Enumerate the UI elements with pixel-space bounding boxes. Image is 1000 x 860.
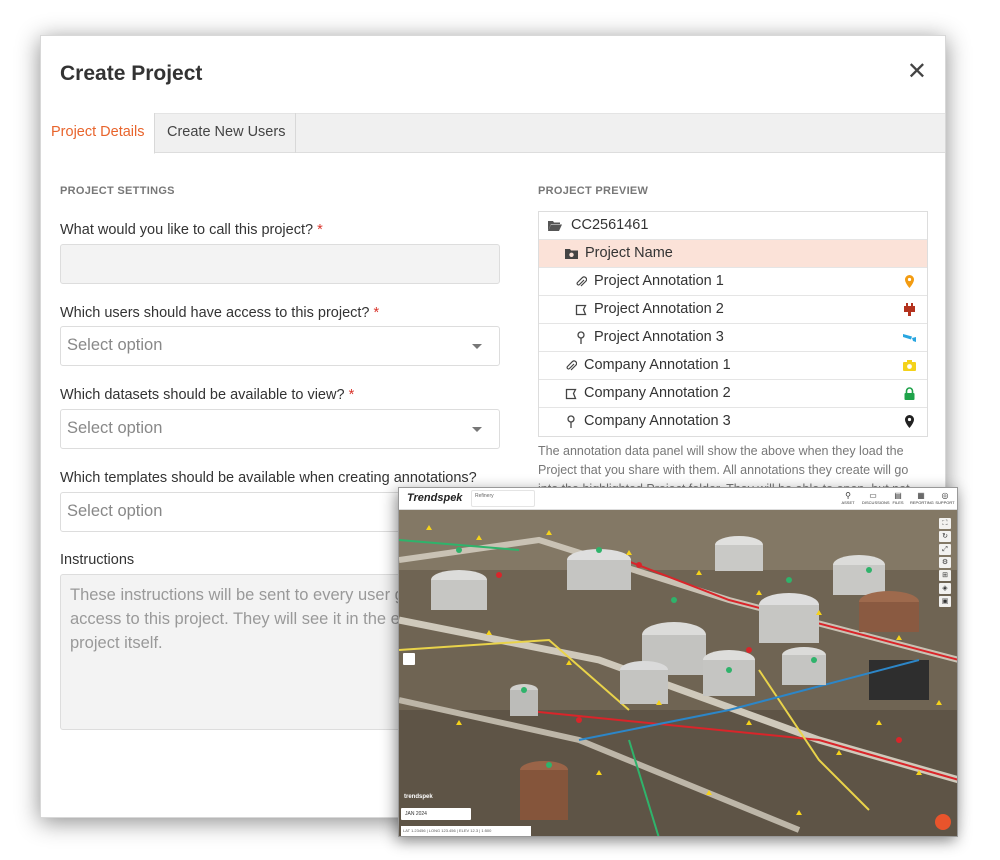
files-icon: ▤ <box>894 491 902 500</box>
map-marker-icon <box>573 324 589 353</box>
app-nav-asset[interactable]: ⚲ ASSET <box>837 491 859 505</box>
modal-title: Create Project <box>60 62 203 85</box>
layers-icon[interactable]: ◈ <box>939 583 951 594</box>
tab-bar: Project Details Create New Users <box>41 113 945 154</box>
rotate-icon[interactable]: ↻ <box>939 531 951 542</box>
required-mark: * <box>348 387 355 403</box>
tree-label: Project Annotation 3 <box>594 329 724 345</box>
app-nav-label: REPORTING <box>910 500 934 505</box>
pin-icon: ⚲ <box>845 491 851 500</box>
close-icon[interactable]: ✕ <box>907 60 927 84</box>
chat-icon: ▭ <box>869 491 877 500</box>
project-preview-heading: PROJECT PREVIEW <box>538 185 649 197</box>
templates-label: Which templates should be available when… <box>60 470 477 486</box>
app-nav-label: SUPPORT <box>935 500 955 505</box>
datasets-label: Which datasets should be available to vi… <box>60 387 354 403</box>
project-name-label: What would you like to call this project… <box>60 222 323 238</box>
panel-icon[interactable]: ▣ <box>939 596 951 607</box>
map-marker-icon <box>563 408 579 437</box>
instructions-label: Instructions <box>60 552 135 568</box>
report-icon: ▦ <box>917 491 925 500</box>
paperclip-icon <box>573 268 589 297</box>
measure-icon[interactable]: ⊞ <box>939 570 951 581</box>
view-toolbar: ⛶ ↻ ⤢ ⚙ ⊞ ◈ ▣ <box>939 518 951 609</box>
users-select[interactable]: Select option <box>60 326 500 366</box>
chevron-down-icon <box>472 344 482 349</box>
tree-label: Project Annotation 2 <box>594 301 724 317</box>
project-settings-heading: PROJECT SETTINGS <box>60 185 175 197</box>
app-nav-discussions[interactable]: ▭ DISCUSSIONS <box>862 491 890 505</box>
lock-icon <box>904 387 915 400</box>
tree-row-root: CC2561461 <box>539 212 927 240</box>
tree-label: Project Name <box>585 245 673 261</box>
tree-row-annotation: Company Annotation 2 <box>539 380 927 408</box>
app-topbar: Trendspek Refinery ⚲ ASSET ▭ DISCUSSIONS ▤… <box>399 488 957 510</box>
polygon-icon <box>573 296 589 325</box>
camera-folder-icon <box>563 240 579 268</box>
plug-icon <box>904 303 915 316</box>
tree-label: CC2561461 <box>571 217 649 233</box>
tree-label: Project Annotation 1 <box>594 273 724 289</box>
app-nav-label: ASSET <box>841 500 855 505</box>
tree-row-annotation: Project Annotation 3 <box>539 324 927 352</box>
security-camera-icon <box>903 334 916 342</box>
tree-label: Company Annotation 3 <box>584 413 731 429</box>
datasets-select[interactable]: Select option <box>60 409 500 449</box>
help-icon: ◎ <box>941 491 949 500</box>
required-mark: * <box>373 305 380 321</box>
refinery-3d-view[interactable] <box>399 510 958 837</box>
app-screenshot: Trendspek Refinery ⚲ ASSET ▭ DISCUSSIONS ▤… <box>398 487 958 837</box>
app-nav-files[interactable]: ▤ FILES <box>887 491 909 505</box>
modal-header: Create Project ✕ <box>41 36 945 113</box>
app-nav-label: FILES <box>892 500 904 505</box>
dataset-selector[interactable]: JAN 2024 <box>401 808 471 820</box>
tab-project-details[interactable]: Project Details <box>41 113 156 154</box>
tree-label: Company Annotation 2 <box>584 385 731 401</box>
expand-icon[interactable]: ⤢ <box>939 544 951 555</box>
camera-icon <box>903 360 916 371</box>
users-select-placeholder: Select option <box>67 336 163 354</box>
chevron-down-icon <box>472 427 482 432</box>
tree-row-annotation: Project Annotation 1 <box>539 268 927 296</box>
status-bar: LAT 1.23456 | LONG 123.456 | ELEV 12.3 |… <box>401 826 531 836</box>
app-watermark: trendspek <box>404 794 433 800</box>
tree-row-annotation: Company Annotation 1 <box>539 352 927 380</box>
polygon-icon <box>563 380 579 409</box>
tree-row-annotation: Project Annotation 2 <box>539 296 927 324</box>
project-preview-tree: CC2561461 Project Name Project Annotatio… <box>538 211 928 437</box>
datasets-question: Which datasets should be available to vi… <box>60 387 345 403</box>
app-logo: Trendspek <box>407 492 463 504</box>
chat-bubble-icon[interactable] <box>935 814 951 830</box>
annotations-panel-icon[interactable] <box>403 653 415 665</box>
folder-open-icon <box>547 212 563 240</box>
tree-row-project: Project Name <box>539 240 927 268</box>
app-nav-support[interactable]: ◎ SUPPORT <box>934 491 956 505</box>
app-nav-label: DISCUSSIONS <box>862 500 890 505</box>
settings-icon[interactable]: ⚙ <box>939 557 951 568</box>
paperclip-icon <box>563 352 579 381</box>
tree-label: Company Annotation 1 <box>584 357 731 373</box>
map-pin-icon <box>905 415 914 428</box>
tree-row-annotation: Company Annotation 3 <box>539 408 927 436</box>
map-pin-icon <box>905 275 914 288</box>
required-mark: * <box>317 222 323 238</box>
project-name-input[interactable] <box>60 244 500 284</box>
users-access-label: Which users should have access to this p… <box>60 305 379 321</box>
templates-select-placeholder: Select option <box>67 502 163 520</box>
fullscreen-icon[interactable]: ⛶ <box>939 518 951 529</box>
tab-create-new-users[interactable]: Create New Users <box>157 113 297 153</box>
project-name-question: What would you like to call this project… <box>60 222 314 238</box>
users-access-question: Which users should have access to this p… <box>60 305 370 321</box>
app-project-select[interactable]: Refinery <box>471 490 535 507</box>
datasets-select-placeholder: Select option <box>67 419 163 437</box>
app-nav-reporting[interactable]: ▦ REPORTING <box>910 491 934 505</box>
